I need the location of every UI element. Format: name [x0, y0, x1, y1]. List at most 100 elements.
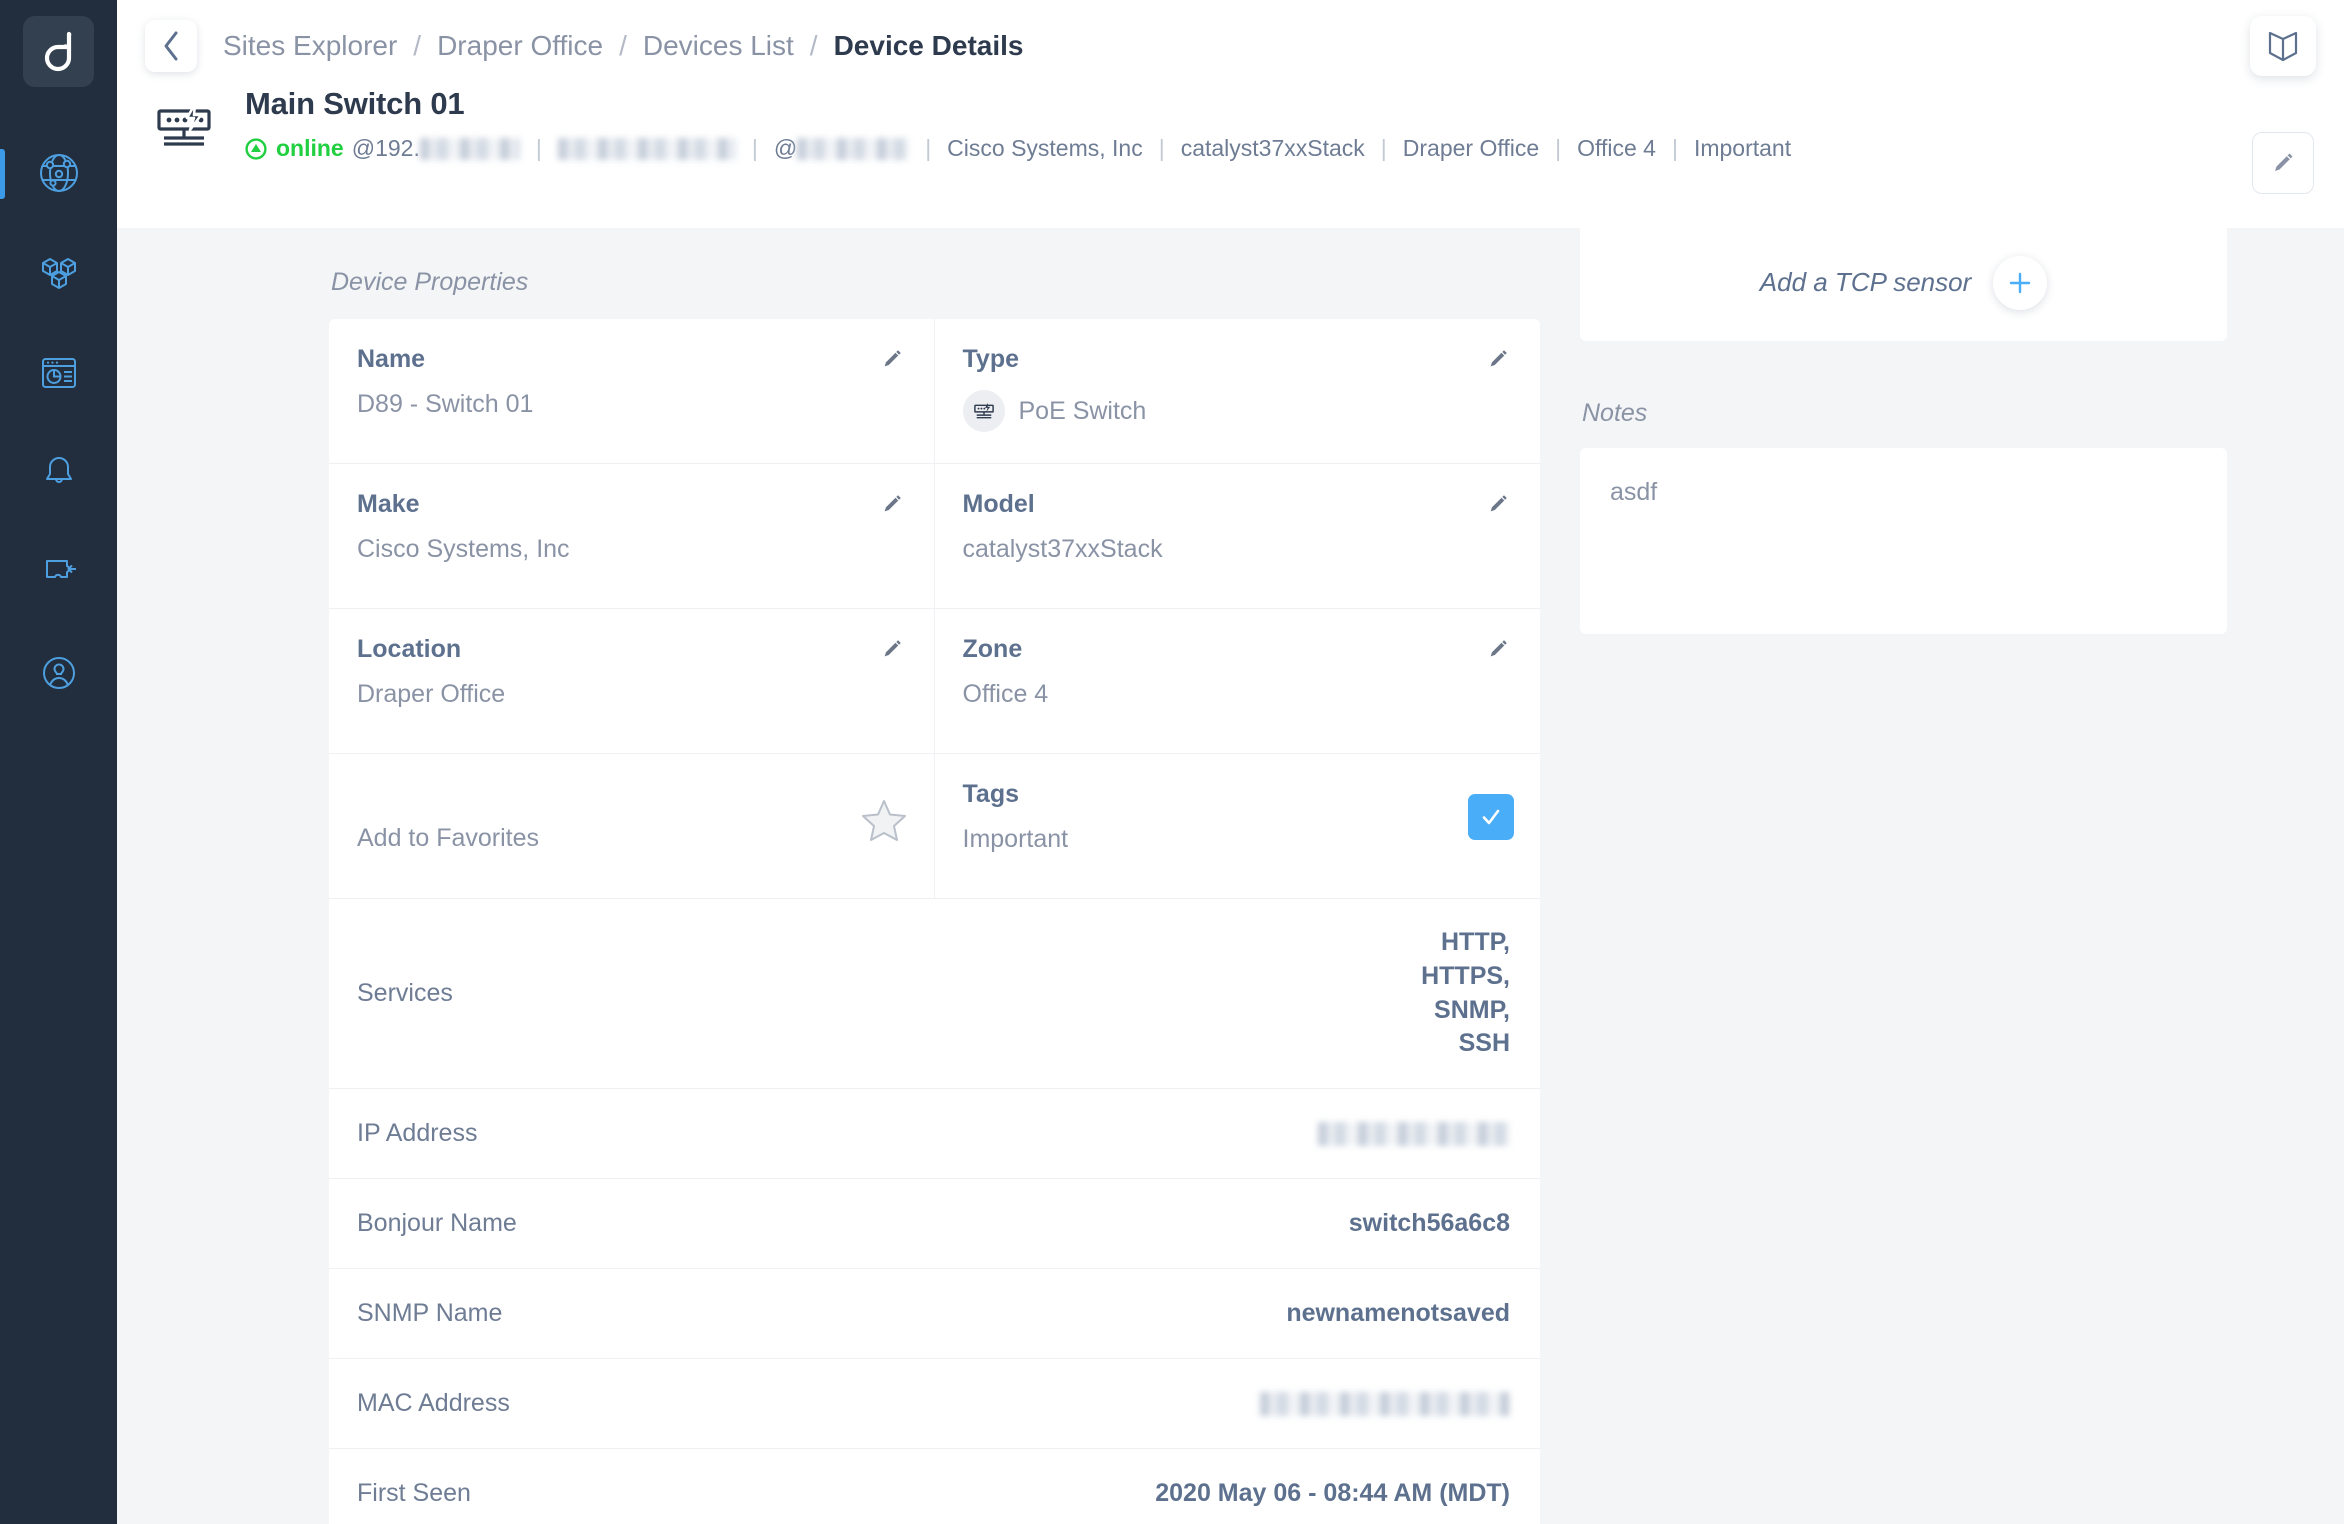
detail-row-snmp-name: SNMP Name newnamenotsaved: [329, 1269, 1540, 1359]
edit-location-button[interactable]: [880, 637, 904, 666]
up-arrow-circle-icon: [245, 137, 267, 160]
sidebar-right-column: Add a TCP sensor Notes asdf: [1580, 228, 2344, 1524]
edit-model-button[interactable]: [1486, 492, 1510, 521]
device-meta-zone: Office 4: [1577, 135, 1656, 161]
device-meta-model: catalyst37xxStack: [1180, 135, 1365, 161]
detail-label: SNMP Name: [357, 1299, 503, 1327]
add-tcp-sensor-card[interactable]: Add a TCP sensor: [1580, 228, 2227, 341]
property-value: Draper Office: [357, 680, 506, 708]
meta-separator: |: [1555, 135, 1562, 161]
breadcrumb-item-draper-office[interactable]: Draper Office: [437, 30, 603, 62]
sidebar-item-network[interactable]: [0, 123, 117, 223]
status-badge: online: [245, 135, 344, 162]
detail-label: IP Address: [357, 1119, 478, 1147]
add-tcp-sensor-button[interactable]: [1993, 255, 2048, 310]
poe-switch-glyph: [973, 402, 994, 418]
meta-separator: |: [535, 135, 542, 161]
detail-label: Services: [357, 979, 453, 1007]
pencil-icon: [1490, 350, 1507, 367]
detail-label: Bonjour Name: [357, 1209, 517, 1237]
device-header: Main Switch 01 online @192. | | @ | Cisc…: [145, 86, 2316, 162]
bell-alerts-icon: [45, 457, 72, 483]
redacted-ip-suffix: [419, 137, 520, 160]
redacted-mac-address-value: [1260, 1391, 1510, 1416]
property-card-type[interactable]: Type PoE Switch: [934, 319, 1540, 464]
edit-make-button[interactable]: [880, 492, 904, 521]
meta-separator: |: [925, 135, 932, 161]
notes-textarea[interactable]: asdf: [1580, 448, 2227, 634]
sidebar-item-account[interactable]: [0, 623, 117, 723]
add-to-favorites-button[interactable]: [860, 796, 908, 849]
property-card-zone[interactable]: Zone Office 4: [934, 609, 1540, 754]
property-label: Model: [962, 490, 1035, 518]
property-card-favorites[interactable]: Add to Favorites: [329, 754, 935, 899]
status-label: online: [276, 135, 344, 161]
meta-separator: |: [1671, 135, 1678, 161]
meta-separator: |: [1158, 135, 1165, 161]
star-outline-icon: [861, 800, 906, 841]
device-ip-prefix: @192.: [351, 135, 420, 161]
property-label: Zone: [962, 635, 1023, 663]
notes-label: Notes: [1582, 399, 1648, 427]
breadcrumb-separator: /: [413, 30, 422, 61]
device-meta-tag: Important: [1693, 135, 1792, 161]
detail-value: switch56a6c8: [1348, 1208, 1510, 1237]
tags-label: Tags: [962, 780, 1020, 808]
book-icon: [2268, 31, 2298, 62]
property-card-make[interactable]: Make Cisco Systems, Inc: [329, 464, 935, 609]
device-meta-location: Draper Office: [1402, 135, 1540, 161]
header-actions: [2250, 16, 2316, 194]
meta-separator: |: [1380, 135, 1387, 161]
breadcrumb-row: Sites Explorer / Draper Office / Devices…: [145, 0, 2316, 80]
breadcrumb-item-devices-list[interactable]: Devices List: [643, 30, 794, 62]
app-logo[interactable]: [23, 16, 94, 87]
user-account-icon: [42, 657, 75, 689]
property-label: Location: [357, 635, 462, 663]
edit-device-button[interactable]: [2252, 132, 2314, 194]
tags-value: Important: [962, 825, 1069, 853]
back-button[interactable]: [145, 20, 197, 72]
tags-checkbox[interactable]: [1468, 794, 1514, 840]
property-card-model[interactable]: Model catalyst37xxStack: [934, 464, 1540, 609]
property-label: Type: [962, 345, 1020, 373]
property-card-location[interactable]: Location Draper Office: [329, 609, 935, 754]
breadcrumb-item-sites-explorer[interactable]: Sites Explorer: [223, 30, 397, 62]
page-title: Main Switch 01: [245, 86, 465, 121]
sidebar-item-inventory[interactable]: [0, 223, 117, 323]
sidebar-item-alerts[interactable]: [0, 423, 117, 523]
device-mac-prefix: @: [773, 135, 798, 161]
dashboard-report-icon: [41, 358, 76, 388]
device-properties-label: Device Properties: [331, 268, 529, 296]
documentation-button[interactable]: [2250, 16, 2316, 76]
main-area: Sites Explorer / Draper Office / Devices…: [117, 0, 2344, 1524]
redacted-ip-address-value: [1318, 1121, 1510, 1146]
property-card-name[interactable]: Name D89 - Switch 01: [329, 319, 935, 464]
edit-type-button[interactable]: [1486, 347, 1510, 376]
edit-zone-button[interactable]: [1486, 637, 1510, 666]
detail-label: First Seen: [357, 1479, 471, 1507]
detail-row-services: Services HTTP, HTTPS, SNMP, SSH: [329, 899, 1540, 1089]
sidebar-item-integrations[interactable]: [0, 523, 117, 623]
check-icon: [1482, 809, 1500, 825]
network-globe-icon: [39, 154, 78, 192]
property-card-tags[interactable]: Tags Important: [934, 754, 1540, 899]
pencil-icon: [884, 350, 901, 367]
favorites-label: Add to Favorites: [357, 824, 540, 852]
property-label: Make: [357, 490, 420, 518]
detail-value: HTTP, HTTPS, SNMP, SSH: [1421, 928, 1510, 1058]
breadcrumb-separator: /: [619, 30, 627, 61]
sidebar-item-dashboard[interactable]: [0, 323, 117, 423]
edit-name-button[interactable]: [880, 347, 904, 376]
pencil-icon: [2275, 153, 2293, 171]
device-properties-column: Device Properties Name D89 - Switch 01 T…: [117, 228, 1580, 1524]
detail-row-ip-address: IP Address: [329, 1089, 1540, 1179]
detail-row-bonjour-name: Bonjour Name switch56a6c8: [329, 1179, 1540, 1269]
property-value: catalyst37xxStack: [962, 535, 1163, 563]
cubes-inventory-icon: [41, 258, 76, 289]
app-root: Sites Explorer / Draper Office / Devices…: [0, 0, 2344, 1524]
property-value: Cisco Systems, Inc: [357, 535, 570, 563]
detail-row-first-seen: First Seen 2020 May 06 - 08:44 AM (MDT): [329, 1449, 1540, 1524]
detail-value: 2020 May 06 - 08:44 AM (MDT): [1155, 1478, 1510, 1507]
device-details-list: Services HTTP, HTTPS, SNMP, SSH IP Addre…: [329, 899, 1540, 1524]
detail-row-mac-address: MAC Address: [329, 1359, 1540, 1449]
